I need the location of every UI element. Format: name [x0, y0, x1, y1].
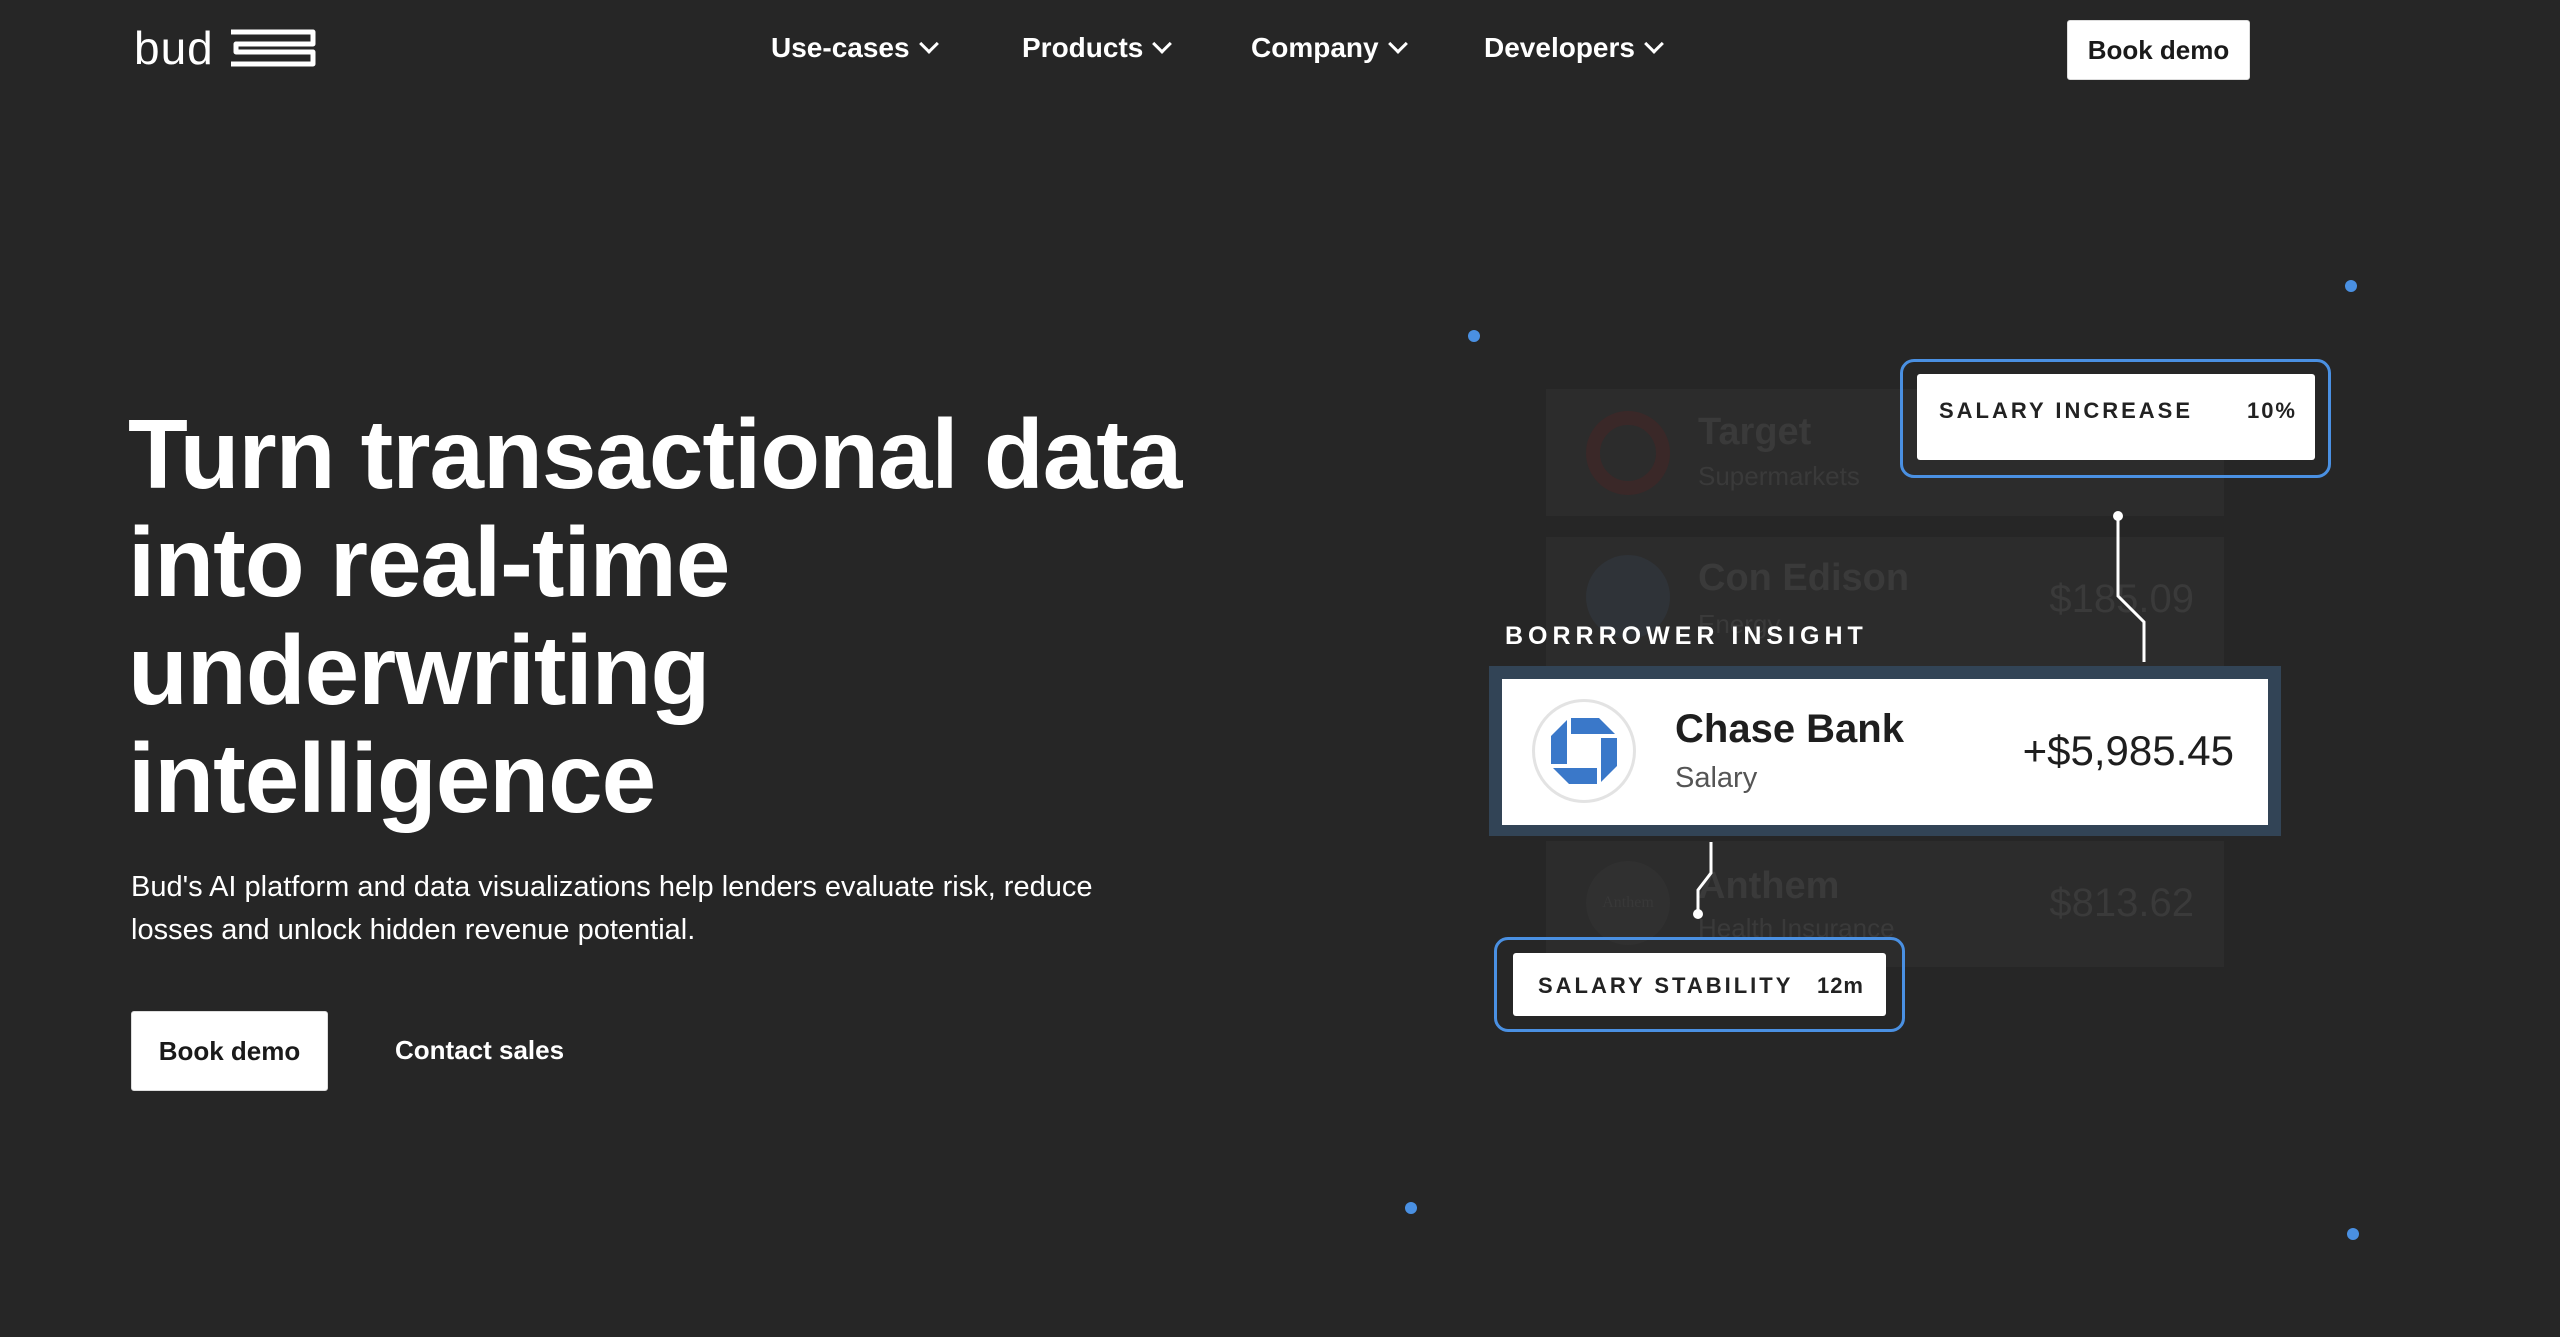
section-label: BORRROWER INSIGHT — [1505, 622, 1868, 650]
main-card-amount: +$5,985.45 — [2022, 727, 2234, 774]
salary-stability-card: SALARY STABILITY 12m — [1513, 953, 1886, 1016]
salary-stability-value: 12m — [1816, 973, 1864, 998]
chase-logo-icon — [1532, 699, 1636, 803]
main-card-body: Chase Bank Salary +$5,985.45 — [1502, 679, 2268, 825]
salary-increase-card: SALARY INCREASE 10% — [1917, 374, 2315, 460]
salary-stability-label: SALARY STABILITY — [1538, 973, 1794, 998]
main-card: Chase Bank Salary +$5,985.45 — [1489, 666, 2281, 836]
main-card-name: Chase Bank — [1675, 707, 1904, 751]
salary-increase-label: SALARY INCREASE — [1939, 398, 2194, 423]
salary-increase-value: 10% — [2246, 398, 2297, 423]
main-card-category: Salary — [1675, 762, 1758, 794]
